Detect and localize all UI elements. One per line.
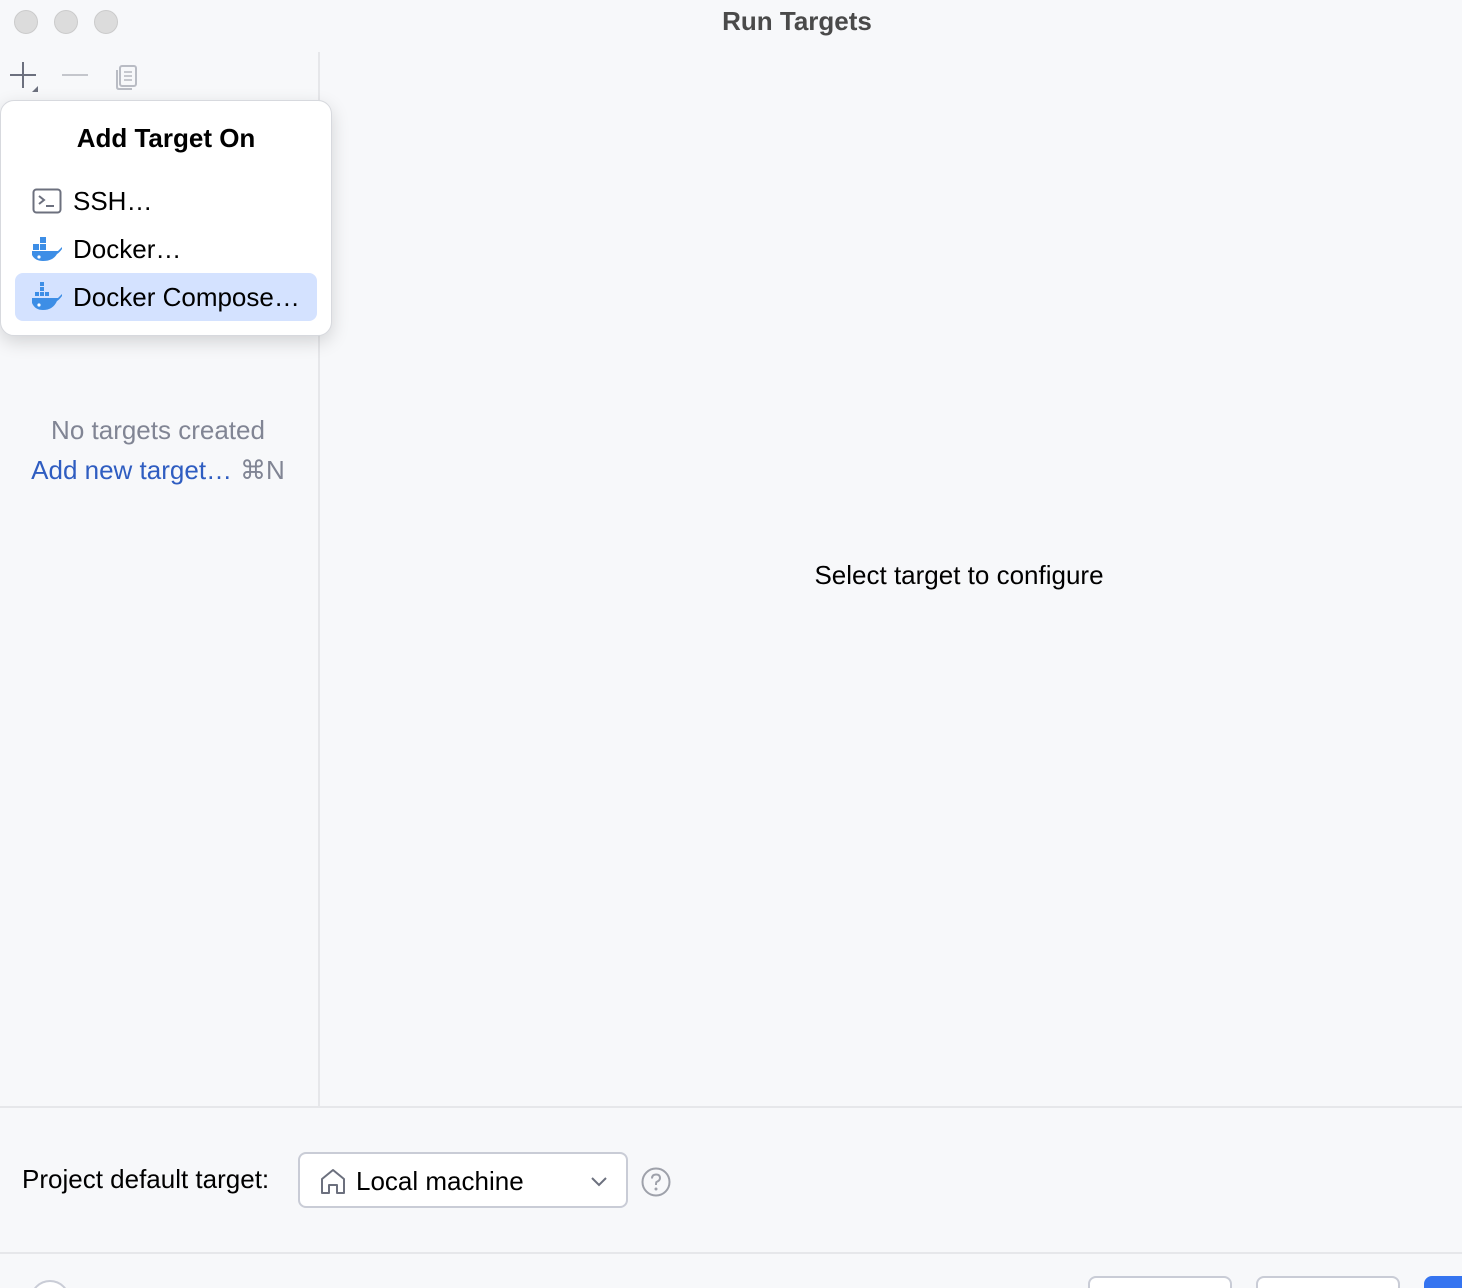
docker-icon (31, 233, 63, 265)
targets-toolbar (0, 52, 318, 98)
select-target-hint: Select target to configure (814, 560, 1104, 590)
cancel-button[interactable] (1088, 1276, 1232, 1288)
ok-button[interactable] (1424, 1276, 1462, 1288)
title-bar: Run Targets (0, 0, 1462, 44)
empty-state: No targets created Add new target… ⌘N (0, 410, 316, 490)
help-button[interactable] (30, 1280, 70, 1288)
empty-state-action-row: Add new target… ⌘N (0, 450, 316, 490)
project-default-target-dropdown[interactable]: Local machine (298, 1152, 628, 1208)
add-target-popup: Add Target On SSH… Docker… Docker Compos… (0, 100, 332, 336)
dropdown-value: Local machine (356, 1166, 524, 1196)
target-config-panel: Select target to configure (320, 52, 1462, 1106)
apply-button[interactable] (1256, 1276, 1400, 1288)
dialog-footer (0, 1254, 1462, 1288)
menu-item-docker[interactable]: Docker… (15, 225, 317, 273)
plus-icon (10, 62, 38, 92)
help-icon[interactable] (640, 1166, 672, 1198)
remove-target-button[interactable] (58, 58, 92, 92)
shortcut-hint: ⌘N (240, 455, 285, 485)
empty-state-title: No targets created (51, 415, 265, 445)
window-title: Run Targets (722, 6, 872, 36)
default-target-bar: Project default target: Local machine (0, 1108, 1462, 1252)
docker-compose-icon (31, 281, 63, 313)
menu-item-ssh[interactable]: SSH… (15, 177, 317, 225)
menu-item-label: Docker… (73, 233, 182, 264)
run-targets-dialog: Run Targets No targets created Add new t… (0, 0, 1462, 1288)
copy-target-button[interactable] (110, 58, 144, 92)
menu-item-docker-compose[interactable]: Docker Compose… (15, 273, 317, 321)
add-new-target-link[interactable]: Add new target… (31, 455, 232, 485)
copy-icon (116, 65, 137, 90)
minus-icon (62, 74, 88, 76)
popup-title: Add Target On (76, 123, 256, 153)
add-target-button[interactable] (6, 58, 40, 92)
home-icon (321, 1169, 345, 1194)
chevron-down-icon (591, 1177, 607, 1187)
menu-item-label: SSH… (73, 185, 153, 216)
project-default-target-label: Project default target: (22, 1164, 270, 1194)
menu-item-label: Docker Compose… (73, 281, 300, 312)
terminal-icon (31, 185, 63, 217)
